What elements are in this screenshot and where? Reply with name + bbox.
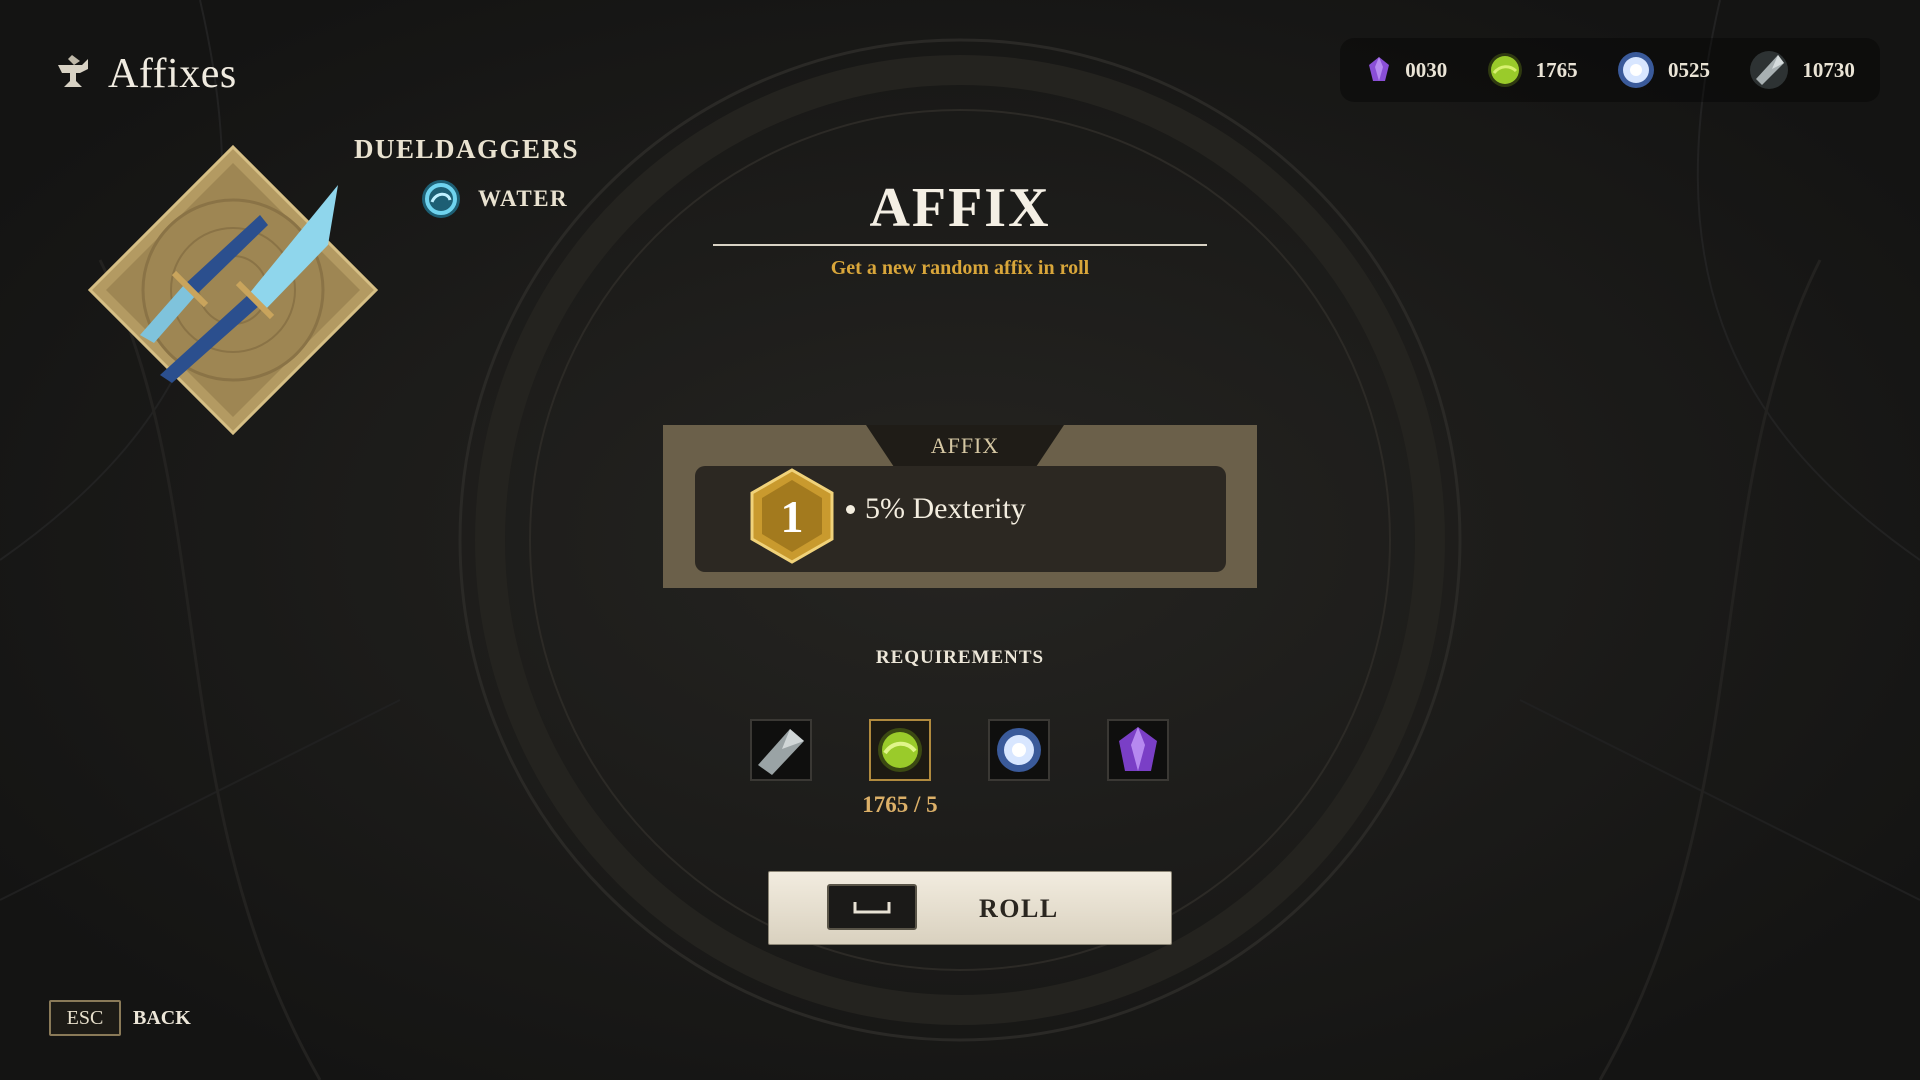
title-divider <box>713 244 1207 246</box>
purple-crystal-icon <box>1369 57 1390 81</box>
spacebar-key-icon <box>827 884 917 930</box>
page-header: Affixes <box>52 48 237 100</box>
roll-button[interactable]: ROLL <box>768 871 1172 945</box>
white-essence-icon <box>1617 52 1654 88</box>
water-swirl-icon <box>422 180 460 218</box>
weapon-portrait <box>87 144 379 436</box>
affix-level-number: 1 <box>780 490 804 542</box>
currency-value: 1765 <box>1535 57 1578 82</box>
currency-value: 0030 <box>1405 57 1448 82</box>
requirement-slot-steel-shard[interactable] <box>750 719 812 781</box>
white-essence-icon <box>997 728 1041 772</box>
requirement-count: 1765 / 5 <box>862 792 938 817</box>
spacebar-glyph <box>853 902 891 914</box>
steel-shard-icon <box>1750 51 1789 89</box>
affix-panel-tab: AFFIX <box>866 425 1064 467</box>
currency-steel-shard: 10730 <box>1748 49 1855 91</box>
green-orb-icon <box>1487 53 1522 87</box>
currency-green-orb: 1765 <box>1486 51 1578 89</box>
back-label[interactable]: BACK <box>133 1007 191 1030</box>
currency-value: 10730 <box>1802 57 1855 82</box>
affix-level-badge: 1 <box>750 468 834 564</box>
requirements-title: REQUIREMENTS <box>875 647 1045 668</box>
currency-purple-crystal: 0030 <box>1365 55 1447 85</box>
green-orb-icon <box>878 728 922 772</box>
roll-button-label: ROLL <box>979 894 1059 923</box>
currency-white-essence: 0525 <box>1616 50 1710 90</box>
requirement-slot-purple-crystal[interactable] <box>1107 719 1169 781</box>
dual-daggers-icon <box>87 144 379 436</box>
weapon-name: DUELDAGGERS <box>354 134 580 164</box>
bullet-icon <box>846 504 855 514</box>
page-title: Affixes <box>108 51 237 97</box>
element-label: WATER <box>478 186 569 211</box>
affix-stat-text: 5% Dexterity <box>865 492 1026 525</box>
anvil-icon <box>58 55 88 87</box>
affix-tab-label: AFFIX <box>930 433 1000 458</box>
esc-key[interactable]: ESC <box>49 1000 121 1036</box>
section-subtitle: Get a new random affix in roll <box>830 257 1090 279</box>
requirement-slot-white-essence[interactable] <box>988 719 1050 781</box>
requirement-slot-green-orb[interactable] <box>869 719 931 781</box>
affix-stat: 5% Dexterity <box>846 492 1026 526</box>
purple-crystal-icon <box>1119 727 1157 771</box>
currency-bar: 0030 1765 0525 10730 <box>1340 38 1880 102</box>
weapon-element: WATER <box>420 178 568 220</box>
currency-value: 0525 <box>1667 57 1710 82</box>
section-title: AFFIX <box>869 177 1051 239</box>
steel-shard-icon <box>758 729 804 775</box>
